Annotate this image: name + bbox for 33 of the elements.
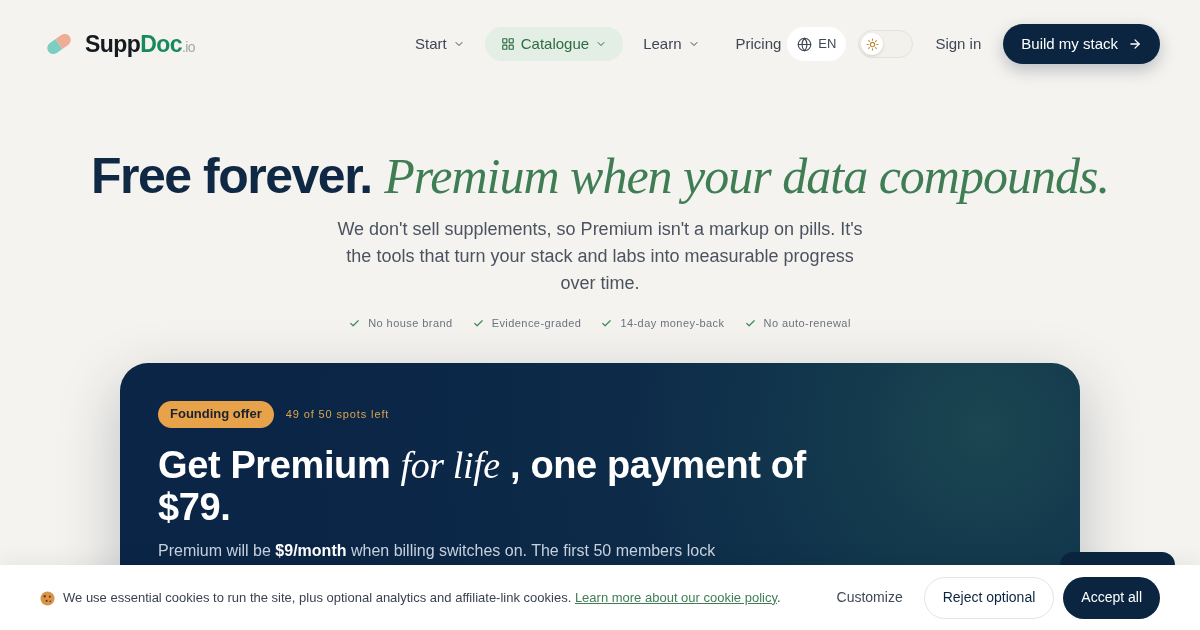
founding-offer-badge: Founding offer	[158, 400, 274, 428]
check-icon	[349, 317, 361, 329]
language-button[interactable]: EN	[787, 27, 847, 61]
customize-button[interactable]: Customize	[824, 576, 915, 619]
feature-label: 14-day money-back	[620, 316, 725, 331]
reject-button[interactable]: Reject optional	[923, 576, 1055, 619]
offer-heading: Get Premium for life , one payment of $79.	[158, 443, 808, 528]
spots-left-label: 49 of 50 spots left	[285, 406, 390, 422]
nav-menu-link[interactable]: Learn	[627, 27, 716, 61]
offer-description: Premium will be $9/month when billing switches on. The first 50 members lock	[158, 540, 717, 561]
theme-toggle[interactable]	[858, 30, 914, 58]
grid-icon	[500, 37, 515, 51]
cookie-policy-link[interactable]: Learn more about our cookie policy	[574, 589, 777, 605]
floating-button[interactable]	[1060, 552, 1175, 565]
check-icon	[601, 317, 613, 329]
check-icon	[744, 317, 756, 329]
check-icon	[472, 317, 484, 329]
build-stack-button[interactable]: Build my stack	[1003, 24, 1160, 64]
nav-menu-link[interactable]: Start	[399, 27, 481, 61]
accept-button[interactable]: Accept all	[1063, 576, 1160, 619]
feature-label: Evidence-graded	[491, 316, 582, 331]
capsule-logo-icon	[45, 33, 73, 55]
nav-link[interactable]: Pricing	[719, 27, 782, 61]
globe-icon	[797, 36, 813, 52]
logo-wordmark[interactable]: SuppDoc.io	[85, 32, 195, 56]
nav-menu-link[interactable]: Catalogue	[484, 27, 624, 61]
hero-heading: Free forever. Premium when your data compounds.	[91, 147, 1109, 206]
hero-subtitle: We don't sell supplements, so Premium isn't a markup on pills. It's the tools that turn your stack and labs into measurable progress over time.	[336, 218, 864, 295]
feature-label: No auto-renewal	[763, 316, 851, 331]
sign-in-link[interactable]: Sign in	[935, 32, 982, 56]
feature-label: No house brand	[368, 316, 453, 331]
cookie-icon	[40, 590, 55, 606]
cookie-notice: We use essential cookies to run the site, plus optional analytics and affiliate-link cookies. Learn more about our cookie policy.	[63, 588, 781, 607]
